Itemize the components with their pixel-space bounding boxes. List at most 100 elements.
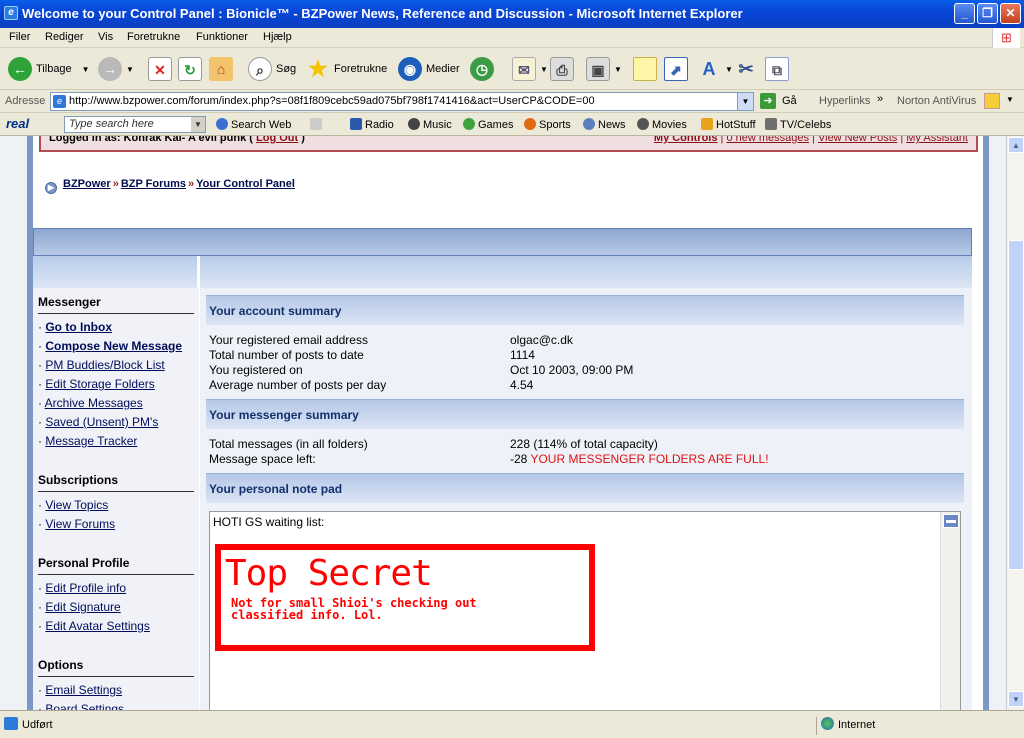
history-button[interactable]: ◷ [470, 55, 498, 83]
scroll-thumb[interactable] [1008, 240, 1024, 570]
my-assistant-link[interactable]: My Assistant [906, 136, 968, 144]
music-button[interactable]: Music [408, 118, 452, 131]
menu-tools[interactable]: Funktioner [196, 31, 248, 43]
link-archive-messages[interactable]: Archive Messages [45, 396, 143, 410]
link-go-to-inbox[interactable]: Go to Inbox [45, 320, 112, 334]
forward-button[interactable]: → ▼ [98, 55, 134, 83]
nav-bullet-icon: ▶ [45, 182, 57, 194]
print-button[interactable]: ⎙ [550, 55, 578, 83]
link-view-forums[interactable]: View Forums [45, 517, 115, 531]
go-arrow-icon[interactable]: ➜ [760, 93, 776, 109]
refresh-icon: ↻ [178, 57, 202, 81]
search-button[interactable]: ⌕ Søg [248, 55, 296, 83]
norton-icon[interactable] [984, 93, 1000, 109]
registered-value: Oct 10 2003, 09:00 PM [510, 363, 634, 377]
search-web-button[interactable]: Search Web [216, 118, 291, 131]
link-saved-pms[interactable]: Saved (Unsent) PM's [45, 415, 158, 429]
scroll-down-arrow-icon[interactable]: ▼ [1008, 691, 1024, 707]
movies-button[interactable]: Movies [637, 118, 687, 131]
forward-dropdown-icon[interactable]: ▼ [126, 65, 134, 74]
norton-label[interactable]: Norton AntiVirus [897, 95, 976, 107]
refresh-button[interactable]: ↻ [178, 55, 206, 83]
copy-button[interactable]: ⧉ [765, 55, 793, 83]
messenger-button[interactable]: ⬈ [664, 55, 692, 83]
favorites-button[interactable]: ★ Foretrukne [306, 55, 387, 83]
magnifier-icon: ⌕ [248, 57, 272, 81]
real-logo: real [6, 116, 30, 131]
scroll-up-icon[interactable]: ▬ [943, 514, 959, 528]
address-dropdown-icon[interactable]: ▼ [737, 93, 753, 110]
maximize-button[interactable]: ❐ [977, 3, 998, 24]
stop-button[interactable]: ✕ [148, 55, 176, 83]
logout-link[interactable]: Log Out [256, 136, 298, 144]
media-icon: ◉ [398, 57, 422, 81]
news-button[interactable]: News [583, 118, 626, 131]
link-edit-storage-folders[interactable]: Edit Storage Folders [45, 377, 154, 391]
link-email-settings[interactable]: Email Settings [45, 683, 122, 697]
mail-button[interactable]: ✉ ▼ [512, 55, 548, 83]
email-label: Your registered email address [209, 333, 368, 347]
section-personal-profile: Personal Profile [38, 556, 194, 575]
crumb-control-panel[interactable]: Your Control Panel [196, 178, 295, 190]
search-dropdown-icon[interactable]: ▼ [191, 117, 205, 132]
page-done-icon [4, 717, 18, 730]
translate-button[interactable]: A ▼ [697, 55, 733, 83]
link-view-topics[interactable]: View Topics [45, 498, 108, 512]
link-message-tracker[interactable]: Message Tracker [45, 434, 137, 448]
note-pad-text: HOTI GS waiting list: [213, 515, 325, 529]
control-panel-content: Your account summary Your registered ema… [200, 288, 972, 710]
hotstuff-button[interactable]: HotStuff [701, 118, 756, 131]
page-scrollbar[interactable]: ▲ ▼ [1006, 136, 1024, 710]
highlight-icon[interactable] [310, 118, 325, 131]
link-board-settings[interactable]: Board Settings [45, 702, 124, 710]
crumb-bzpower[interactable]: BZPower [63, 178, 111, 190]
link-edit-avatar-settings[interactable]: Edit Avatar Settings [45, 619, 150, 633]
status-bar: Udført Internet [0, 710, 1024, 738]
menu-edit[interactable]: Rediger [45, 31, 84, 43]
sports-button[interactable]: Sports [524, 118, 571, 131]
links-label[interactable]: Hyperlinks [819, 95, 870, 107]
menu-favorites[interactable]: Foretrukne [127, 31, 180, 43]
menu-bar: Filer Rediger Vis Foretrukne Funktioner … [0, 28, 1024, 48]
discuss-button[interactable] [633, 55, 661, 83]
scroll-up-arrow-icon[interactable]: ▲ [1008, 137, 1024, 153]
real-search-input[interactable]: Type search here ▼ [64, 116, 206, 133]
new-messages-link[interactable]: 0 new messages [726, 136, 809, 144]
menu-view[interactable]: Vis [98, 31, 113, 43]
cut-button[interactable]: ✂ [734, 55, 762, 83]
note-pad-scrollbar[interactable]: ▬ [940, 512, 960, 710]
tvcelebs-button[interactable]: TV/Celebs [765, 118, 831, 131]
back-dropdown-icon[interactable]: ▼ [82, 65, 90, 74]
edit-icon: ▣ [586, 57, 610, 81]
games-button[interactable]: Games [463, 118, 513, 131]
headphones-icon [408, 118, 420, 130]
link-edit-profile-info[interactable]: Edit Profile info [45, 581, 126, 595]
chevron-icon[interactable]: » [877, 93, 883, 105]
total-messages-label: Total messages (in all folders) [209, 437, 368, 451]
back-button[interactable]: ← Tilbage ▼ [8, 55, 90, 83]
edit-button[interactable]: ▣ ▼ [586, 55, 622, 83]
star-icon: ★ [308, 56, 328, 81]
menu-help[interactable]: Hjælp [263, 31, 292, 43]
section-messenger: Messenger [38, 295, 194, 314]
window-icon: ⬈ [664, 57, 688, 81]
view-new-posts-link[interactable]: View New Posts [818, 136, 897, 144]
link-pm-buddies[interactable]: PM Buddies/Block List [45, 358, 164, 372]
address-input[interactable]: e http://www.bzpower.com/forum/index.php… [50, 92, 754, 111]
norton-dropdown-icon[interactable]: ▼ [1006, 95, 1014, 104]
link-compose-message[interactable]: Compose New Message [45, 339, 182, 353]
home-button[interactable]: ⌂ [209, 55, 237, 83]
avg-posts-value: 4.54 [510, 378, 534, 392]
media-button[interactable]: ◉ Medier [398, 55, 460, 83]
radio-button[interactable]: Radio [350, 118, 394, 131]
crumb-forums[interactable]: BZP Forums [121, 178, 186, 190]
go-button[interactable]: Gå [782, 95, 797, 107]
note-pad-textarea[interactable]: HOTI GS waiting list: Top Secret Not for… [209, 511, 961, 710]
printer-icon: ⎙ [550, 57, 574, 81]
menu-file[interactable]: Filer [9, 31, 30, 43]
my-controls-link[interactable]: My Controls [654, 136, 718, 144]
link-edit-signature[interactable]: Edit Signature [45, 600, 120, 614]
close-button[interactable]: ✕ [1000, 3, 1021, 24]
minimize-button[interactable]: _ [954, 3, 975, 24]
zone-text: Internet [838, 719, 876, 731]
